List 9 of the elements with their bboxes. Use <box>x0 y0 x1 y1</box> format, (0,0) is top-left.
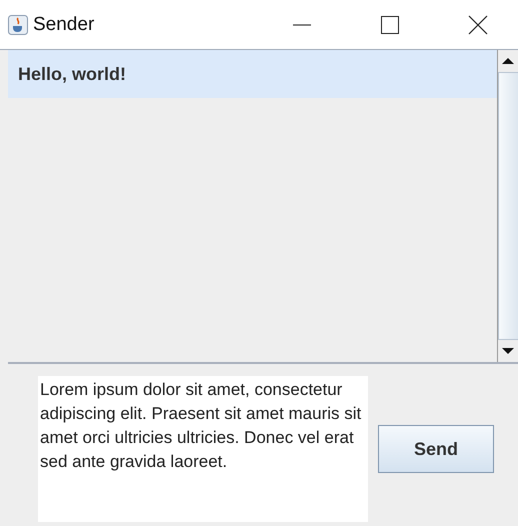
message-input[interactable]: Lorem ipsum dolor sit amet, consectetur adipiscing elit. Praesent sit amet mauris sit amet orci ultricies ultricies. Donec vel erat sed ante gravida laoreet. <box>38 376 368 522</box>
scroll-thumb[interactable] <box>498 72 518 340</box>
window-title: Sender <box>33 14 94 36</box>
maximize-icon[interactable] <box>380 14 400 34</box>
scrollbar[interactable] <box>497 50 518 362</box>
close-icon[interactable] <box>468 14 488 34</box>
coffee-cup-icon <box>8 14 28 34</box>
message-item[interactable]: Hello, world! <box>8 50 497 98</box>
send-button[interactable]: Send <box>378 425 494 473</box>
